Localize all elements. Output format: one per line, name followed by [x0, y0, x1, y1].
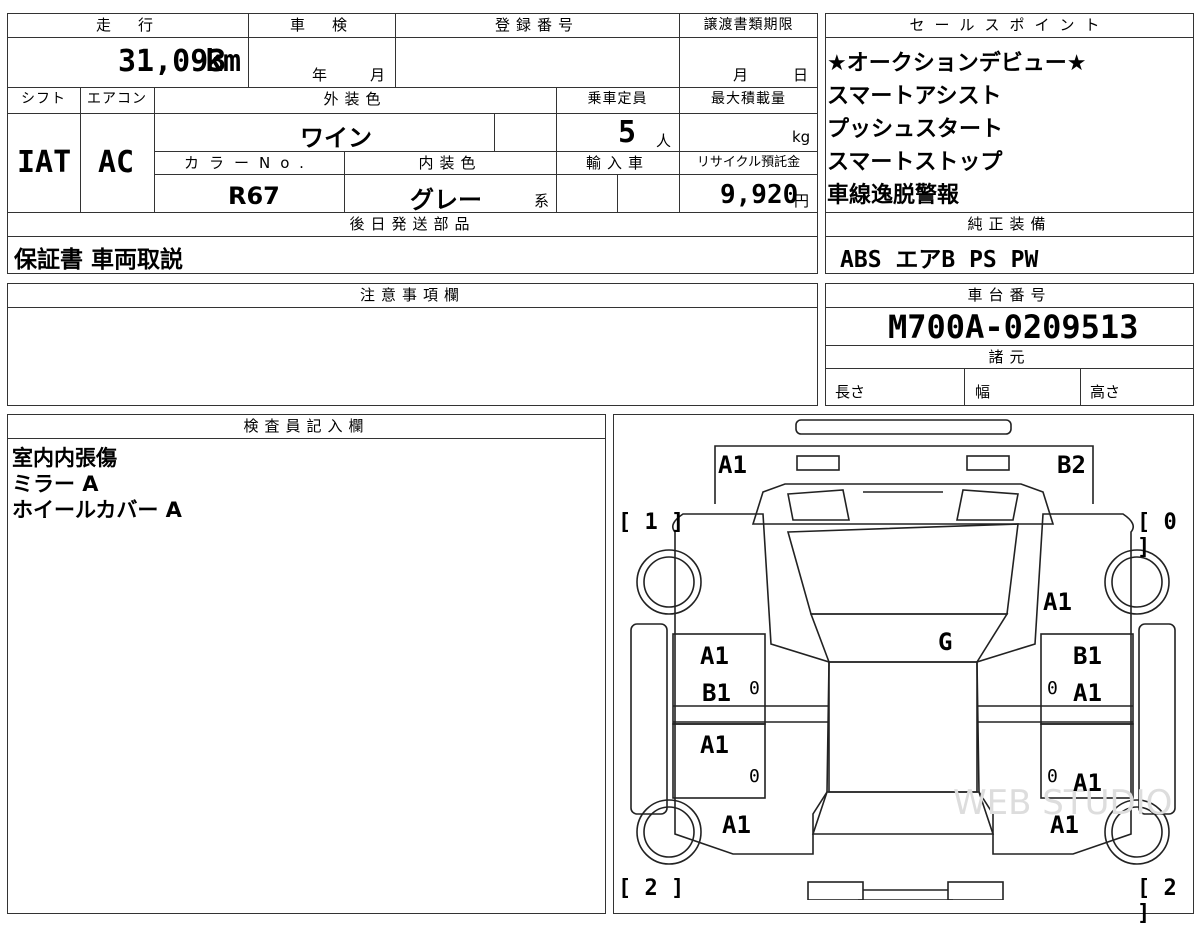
- zero-marker: 0: [749, 678, 760, 699]
- registration-label: 登録番号: [494, 16, 579, 34]
- recycle-label: リサイクル預託金: [696, 155, 801, 170]
- capacity-value: 5: [618, 115, 637, 150]
- zero-marker: 0: [1047, 678, 1058, 699]
- damage-mark: G: [938, 628, 953, 656]
- damage-mark: A1: [1073, 769, 1102, 797]
- shift-value: IAT: [17, 145, 72, 180]
- max-load-unit: kg: [792, 128, 811, 146]
- chassis-label: 車台番号: [967, 286, 1052, 304]
- shaken-month: 月: [370, 66, 386, 84]
- width-label: 幅: [975, 383, 991, 401]
- mileage-unit: km: [205, 44, 242, 79]
- corner-label: [ 2 ]: [1137, 876, 1177, 926]
- sales-point-item: スマートアシスト: [827, 84, 1002, 109]
- damage-mark: A1: [1073, 679, 1102, 707]
- chassis-value: M700A-0209513: [888, 308, 1139, 346]
- recycle-unit: 円: [794, 192, 810, 210]
- shaken-label: 車 検: [289, 16, 353, 34]
- exterior-color-label: 外装色: [323, 90, 387, 108]
- color-no-value: R67: [228, 182, 280, 210]
- damage-mark: A1: [700, 642, 729, 670]
- sales-point-item: 車線逸脱警報: [827, 183, 960, 208]
- damage-mark: A1: [718, 451, 747, 479]
- shift-label: シフト: [21, 91, 66, 107]
- equipment-value: ABS エアB PS PW: [840, 247, 1039, 273]
- sales-point-item: プッシュスタート: [827, 117, 1004, 142]
- import-label: 輸入車: [585, 154, 649, 172]
- sales-point-item: ★オークションデビュー★: [827, 51, 1087, 76]
- damage-mark: B2: [1057, 451, 1086, 479]
- dimensions-label: 諸元: [988, 348, 1031, 366]
- recycle-value: 9,920: [720, 180, 799, 210]
- interior-color-value: グレー: [410, 186, 482, 214]
- damage-mark: B1: [1073, 642, 1102, 670]
- corner-label: [ 2 ]: [618, 876, 685, 901]
- capacity-unit: 人: [656, 132, 672, 150]
- zero-marker: 0: [1047, 766, 1058, 787]
- transfer-day: 日: [793, 66, 809, 84]
- height-label: 高さ: [1090, 383, 1121, 401]
- later-parts-label: 後日発送部品: [349, 215, 476, 233]
- later-parts-value: 保証書 車両取説: [14, 247, 184, 273]
- sales-point-item: スマートストップ: [827, 150, 1003, 175]
- capacity-label: 乗車定員: [587, 91, 648, 107]
- inspector-line: ホイールカバー A: [12, 498, 182, 522]
- zero-marker: 0: [749, 766, 760, 787]
- inspector-label: 検査員記入欄: [243, 417, 370, 435]
- color-no-label: カラーNo.: [184, 154, 314, 172]
- mileage-label: 走 行: [95, 16, 159, 34]
- damage-mark: A1: [1043, 588, 1072, 616]
- damage-mark: A1: [722, 811, 751, 839]
- interior-color-label: 内装色: [418, 154, 482, 172]
- length-label: 長さ: [835, 383, 866, 401]
- damage-mark: A1: [700, 731, 729, 759]
- ac-label: エアコン: [87, 91, 147, 107]
- shaken-year: 年: [312, 66, 328, 84]
- exterior-color-value: ワイン: [300, 124, 372, 152]
- damage-mark: B1: [702, 679, 731, 707]
- sales-points-label: セールスポイント: [909, 16, 1110, 34]
- interior-color-suffix: 系: [534, 192, 550, 210]
- notes-label: 注意事項欄: [359, 286, 465, 304]
- damage-mark: A1: [1050, 811, 1079, 839]
- max-load-label: 最大積載量: [711, 91, 786, 107]
- equipment-label: 純正装備: [967, 215, 1052, 233]
- corner-label: [ 1 ]: [618, 510, 685, 535]
- transfer-deadline-label: 譲渡書類期限: [703, 17, 794, 33]
- transfer-month: 月: [733, 66, 749, 84]
- ac-value: AC: [98, 145, 135, 180]
- corner-label: [ 0 ]: [1137, 510, 1177, 560]
